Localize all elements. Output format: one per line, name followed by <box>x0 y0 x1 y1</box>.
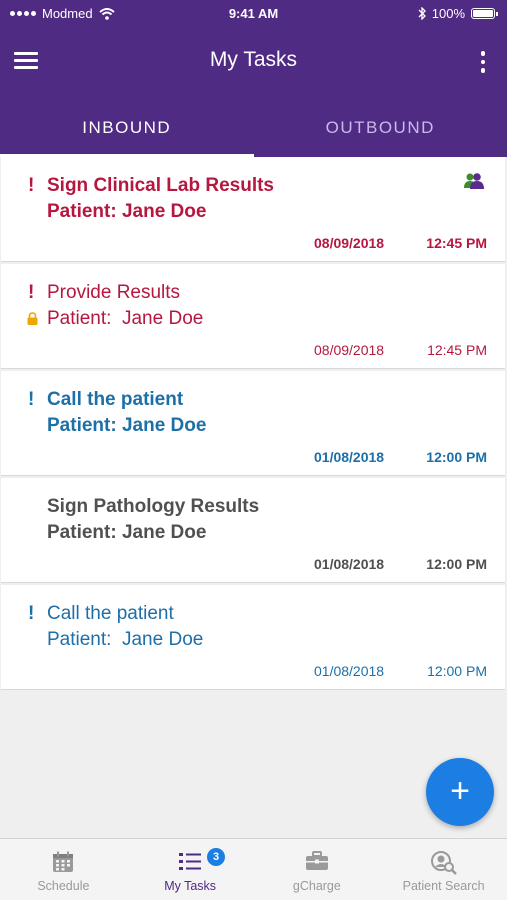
tab-inbound[interactable]: INBOUND <box>0 100 254 157</box>
priority-indicator: ! <box>28 175 35 196</box>
nav-gcharge[interactable]: gCharge <box>254 839 381 900</box>
task-card[interactable]: ! Call the patient Patient: Jane Doe 01/… <box>1 585 505 690</box>
bluetooth-icon <box>418 7 426 20</box>
priority-indicator: ! <box>28 603 35 624</box>
task-patient: Patient: Jane Doe <box>47 201 207 222</box>
task-patient: Patient: Jane Doe <box>47 629 204 650</box>
task-date: 01/08/2018 <box>314 449 385 465</box>
bottom-nav: Schedule My Tasks gCharge Patient Search… <box>0 838 507 900</box>
priority-indicator: ! <box>28 282 35 303</box>
task-title: Sign Pathology Results <box>47 496 260 517</box>
status-bar: Modmed 9:41 AM 100% <box>0 0 507 26</box>
nav-patient-search[interactable]: Patient Search <box>380 839 507 900</box>
priority-indicator: ! <box>28 389 35 410</box>
task-date: 01/08/2018 <box>314 663 385 679</box>
more-vert-icon[interactable] <box>479 51 487 75</box>
task-title: Sign Clinical Lab Results <box>47 175 274 196</box>
nav-label: Schedule <box>37 879 90 893</box>
app-header: Modmed 9:41 AM 100% My Tasks INBOUND OUT… <box>0 0 507 157</box>
briefcase-icon <box>305 851 328 870</box>
task-card[interactable]: ! Sign Clinical Lab Results Patient: Jan… <box>1 157 505 262</box>
task-title: Call the patient <box>47 389 184 410</box>
task-time: 12:00 PM <box>427 663 487 679</box>
page-title: My Tasks <box>209 48 298 71</box>
task-time: 12:45 PM <box>427 342 487 358</box>
task-patient: Patient: Jane Doe <box>47 415 207 436</box>
lock-icon <box>27 312 38 325</box>
add-task-button[interactable]: + <box>426 758 494 826</box>
nav-schedule[interactable]: Schedule <box>0 839 127 900</box>
task-date: 01/08/2018 <box>314 556 385 572</box>
task-time: 12:00 PM <box>426 556 487 572</box>
task-time: 12:00 PM <box>426 449 487 465</box>
task-date: 08/09/2018 <box>314 235 385 251</box>
tasks-count-badge: 3 <box>207 848 225 866</box>
group-icon <box>464 173 484 189</box>
nav-label: My Tasks <box>164 879 217 893</box>
nav-my-tasks[interactable]: My Tasks <box>127 839 254 900</box>
nav-label: Patient Search <box>402 879 485 893</box>
task-title: Provide Results <box>47 282 181 303</box>
nav-label: gCharge <box>292 879 341 893</box>
battery-icon <box>471 8 498 19</box>
task-title: Call the patient <box>47 603 174 624</box>
tab-outbound[interactable]: OUTBOUND <box>254 100 507 157</box>
patient-search-icon <box>430 851 457 875</box>
task-date: 08/09/2018 <box>314 342 385 358</box>
task-patient: Patient: Jane Doe <box>47 308 204 329</box>
task-card[interactable]: Sign Pathology Results Patient: Jane Doe… <box>1 478 505 583</box>
calendar-icon <box>53 851 74 872</box>
task-list-icon <box>179 853 202 870</box>
task-card[interactable]: ! Provide Results Patient: Jane Doe 08/0… <box>1 264 505 369</box>
battery-percent: 100% <box>431 6 465 21</box>
tab-bar: INBOUND OUTBOUND <box>0 100 507 157</box>
task-card[interactable]: ! Call the patient Patient: Jane Doe 01/… <box>1 371 505 476</box>
task-patient: Patient: Jane Doe <box>47 522 207 543</box>
task-time: 12:45 PM <box>426 235 487 251</box>
toolbar: My Tasks <box>0 36 507 86</box>
